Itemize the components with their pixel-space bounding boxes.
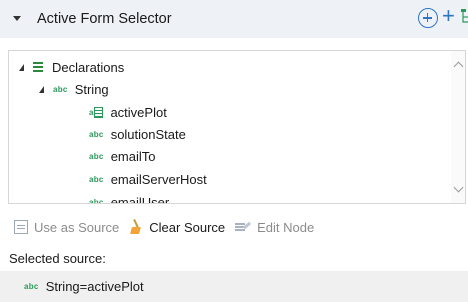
- use-as-source-button[interactable]: Use as Source: [14, 220, 119, 235]
- declarations-icon: [33, 60, 43, 74]
- declarations-tree[interactable]: Declarations abc String a activePlot abc…: [8, 50, 466, 204]
- tree-node-emailto[interactable]: abc emailTo: [89, 145, 155, 167]
- tree-node-label: activePlot: [110, 104, 167, 120]
- section-header[interactable]: Active Form Selector +: [0, 0, 468, 38]
- tree-node-activeplot[interactable]: a activePlot: [89, 101, 167, 123]
- selected-source-value[interactable]: abc String=activePlot: [0, 271, 468, 302]
- add-circle-icon[interactable]: [418, 8, 438, 28]
- edit-node-button[interactable]: Edit Node: [235, 220, 314, 235]
- expanded-triangle-icon[interactable]: [39, 85, 44, 93]
- expanded-triangle-icon[interactable]: [19, 63, 24, 71]
- tree-node-label: emailServerHost: [110, 171, 207, 187]
- tree-node-label: emailUser: [110, 194, 170, 204]
- string-type-icon: abc: [24, 282, 39, 291]
- clear-source-button[interactable]: Clear Source: [129, 219, 225, 235]
- string-type-icon: abc: [89, 151, 104, 161]
- tree-node-label: emailTo: [110, 148, 156, 164]
- tree-node-label: Declarations: [52, 59, 125, 75]
- broom-icon: [129, 219, 143, 235]
- tree-node-string[interactable]: abc String: [39, 78, 109, 100]
- tree-node-label: solutionState: [110, 126, 186, 142]
- vertical-scrollbar[interactable]: [451, 51, 465, 203]
- tree-node-declarations[interactable]: Declarations: [19, 56, 124, 78]
- tree-node-label: String: [74, 81, 109, 97]
- edit-node-icon: [235, 220, 251, 234]
- plus-icon[interactable]: +: [442, 4, 455, 28]
- string-type-icon: abc: [53, 84, 68, 94]
- string-type-icon: abc: [89, 129, 104, 139]
- collapse-arrow-icon[interactable]: [13, 16, 21, 21]
- source-toolbar: Use as Source Clear Source Edit Node: [14, 216, 324, 238]
- string-array-icon: a: [89, 106, 104, 118]
- tree-node-solutionstate[interactable]: abc solutionState: [89, 123, 186, 145]
- tree-node-emailuser[interactable]: abc emailUser: [89, 191, 169, 204]
- tree-add-icon[interactable]: [460, 8, 468, 28]
- tree-node-emailserverhost[interactable]: abc emailServerHost: [89, 168, 207, 190]
- section-title: Active Form Selector: [37, 11, 172, 27]
- scroll-down-icon[interactable]: [453, 182, 464, 193]
- use-as-source-icon: [14, 220, 28, 234]
- selected-source-label: Selected source:: [9, 251, 106, 266]
- string-type-icon: abc: [89, 197, 104, 204]
- string-type-icon: abc: [89, 174, 104, 184]
- scroll-up-icon[interactable]: [453, 61, 464, 72]
- selected-source-text: String=activePlot: [45, 279, 144, 294]
